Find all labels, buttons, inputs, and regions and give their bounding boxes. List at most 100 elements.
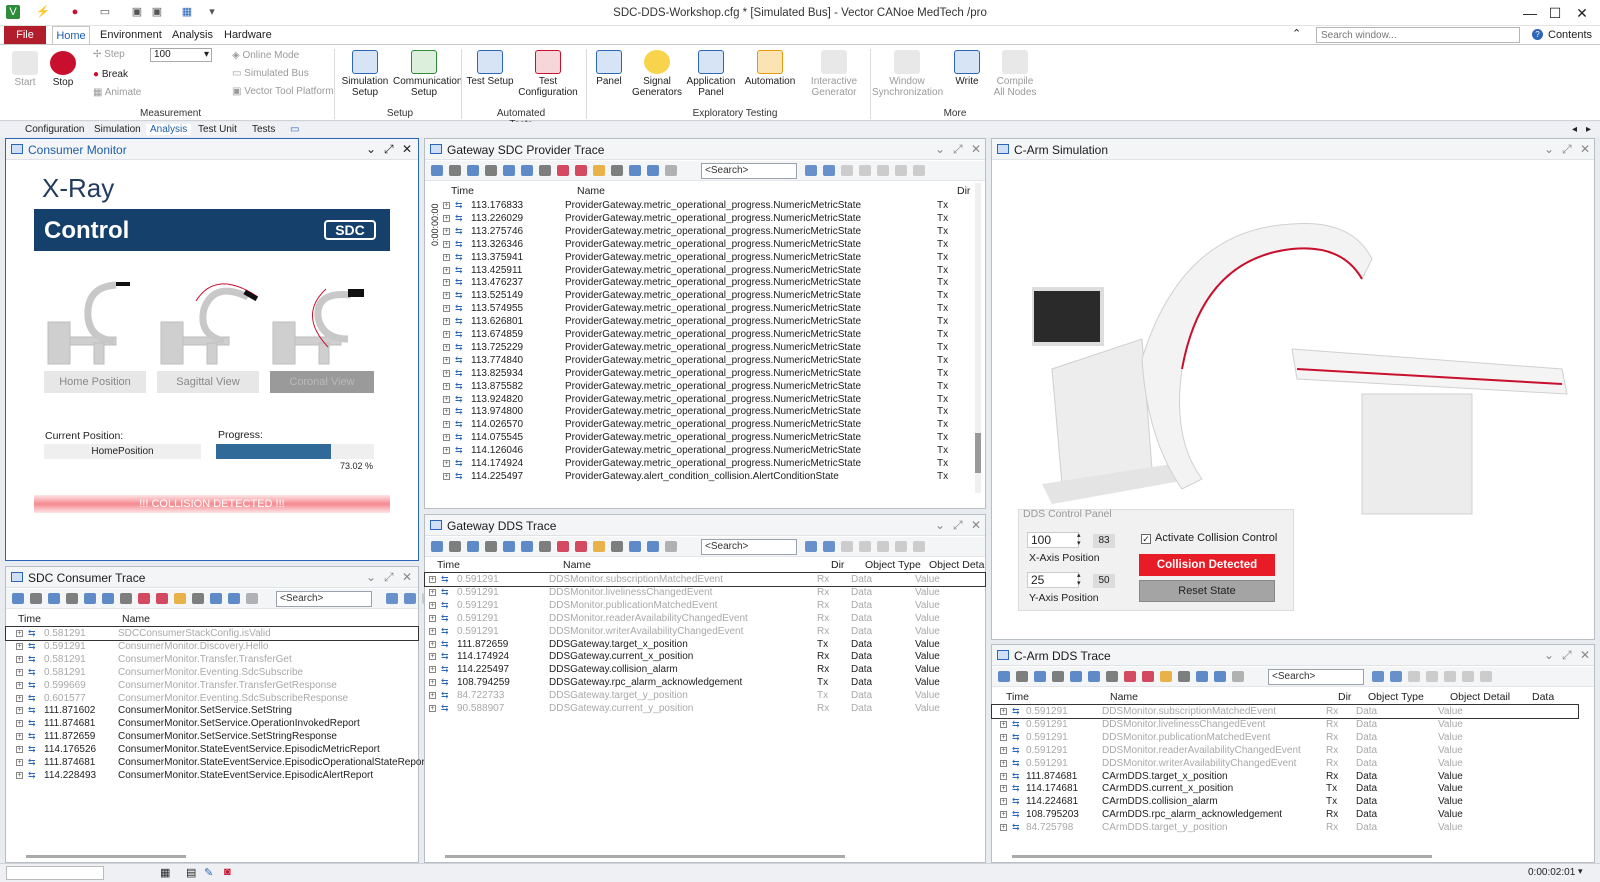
record-icon[interactable]: ◙ (224, 866, 231, 878)
options-icon[interactable] (1444, 671, 1456, 682)
chevron-down-icon[interactable]: ⌄ (366, 142, 376, 156)
expand-row-icon[interactable]: + (16, 694, 23, 702)
columns-icon[interactable] (1232, 671, 1244, 682)
find-prev-icon[interactable] (1390, 671, 1402, 682)
close-icon[interactable]: ✕ (1580, 142, 1590, 156)
sagittal-view-button[interactable]: Sagittal View (157, 371, 259, 393)
table-row[interactable]: + ⇆ 0.591291 DDSMonitor.subscriptionMatched… (991, 704, 1579, 719)
expand-row-icon[interactable]: + (16, 630, 23, 637)
tab-simulation[interactable]: Simulation (90, 124, 145, 135)
table-row[interactable]: + ⇆ 114.174681 CArmDDS.current_x_position Tx… (992, 782, 1578, 795)
wrap-icon[interactable] (1214, 671, 1226, 682)
table-row[interactable]: + ⇆ 111.874681 ConsumerMonitor.SetService.O… (6, 717, 418, 730)
filter-icon[interactable] (998, 671, 1010, 682)
table-row[interactable]: + ⇆ 114.026570 ProviderGateway.metric_opera… (425, 418, 969, 431)
find-prev-icon[interactable] (823, 165, 835, 176)
trace-search-input[interactable]: <Search> (1268, 669, 1364, 685)
new-tab-icon[interactable]: ▭ (286, 124, 303, 135)
tab-configuration[interactable]: Configuration (21, 124, 88, 135)
filter-icon[interactable] (431, 541, 443, 552)
expand-icon[interactable]: ⤢ (953, 518, 963, 533)
close-icon[interactable]: ✕ (971, 142, 981, 156)
back-icon[interactable] (841, 541, 853, 552)
expand-row-icon[interactable]: + (16, 642, 23, 650)
expand-row-icon[interactable]: + (1000, 785, 1007, 793)
expand-row-icon[interactable]: + (1000, 798, 1007, 806)
wrap-icon[interactable] (228, 593, 240, 604)
funnel-icon[interactable] (521, 165, 533, 176)
simulation-setup-button[interactable]: Simulation Setup (340, 50, 390, 98)
funnel-icon[interactable] (503, 165, 515, 176)
find-next-icon[interactable] (805, 165, 817, 176)
application-panel-button[interactable]: Application Panel (686, 50, 736, 98)
test-setup-button[interactable]: Test Setup (466, 50, 514, 87)
expand-row-icon[interactable]: + (443, 460, 450, 467)
table-row[interactable]: + ⇆ 113.725229 ProviderGateway.metric_opera… (425, 341, 969, 354)
menu-environment[interactable]: Environment (100, 29, 162, 41)
expand-row-icon[interactable]: + (443, 253, 450, 261)
expand-row-icon[interactable]: + (443, 343, 450, 351)
clear-icon[interactable] (575, 541, 587, 552)
table-row[interactable]: + ⇆ 113.275746 ProviderGateway.metric_opera… (425, 225, 969, 238)
binoculars-icon[interactable] (539, 165, 551, 176)
filter-icon[interactable] (12, 593, 24, 604)
break-button[interactable]: ● Break (93, 69, 128, 81)
scroll-tabs-right-icon[interactable]: ▸ (1582, 124, 1595, 135)
columns-icon[interactable] (665, 541, 677, 552)
window-icon[interactable] (1462, 671, 1474, 682)
expand-row-icon[interactable]: + (16, 681, 23, 689)
collapse-ribbon-icon[interactable]: ⌃ (1292, 27, 1301, 40)
expand-row-icon[interactable]: + (443, 214, 450, 222)
columns-icon[interactable] (246, 593, 258, 604)
keyboard-icon[interactable]: ▦ (160, 866, 170, 879)
expand-row-icon[interactable]: + (16, 733, 23, 741)
funnel-icon[interactable] (1088, 671, 1100, 682)
expand-row-icon[interactable]: + (443, 240, 450, 248)
expand-row-icon[interactable]: + (1000, 733, 1007, 741)
table-row[interactable]: + ⇆ 114.225497 DDSGateway.collision_alarm Rx… (425, 663, 985, 676)
start-button[interactable]: Start (10, 51, 40, 88)
interactive-generator-button[interactable]: Interactive Generator (806, 50, 862, 98)
expand-row-icon[interactable]: + (16, 759, 23, 766)
expand-row-icon[interactable]: + (429, 666, 436, 674)
expand-row-icon[interactable]: + (443, 292, 450, 300)
funnel-icon[interactable] (503, 541, 515, 552)
table-row[interactable]: + ⇆ 0.591291 DDSMonitor.readerAvailabilityC… (425, 612, 985, 625)
expand-row-icon[interactable]: + (429, 627, 436, 635)
funnel-icon[interactable] (1070, 671, 1082, 682)
expand-icon[interactable]: ⤢ (953, 142, 963, 157)
expand-row-icon[interactable]: + (1000, 772, 1007, 780)
expand-row-icon[interactable]: + (429, 692, 436, 700)
table-row[interactable]: + ⇆ 113.425911 ProviderGateway.metric_opera… (425, 264, 969, 277)
coronal-view-button[interactable]: Coronal View (270, 371, 374, 393)
x-axis-stepper-icon[interactable]: ▴ ▾ (1077, 532, 1081, 548)
table-row[interactable]: + ⇆ 0.591291 DDSMonitor.publicationMatchedE… (992, 731, 1578, 744)
expand-row-icon[interactable]: + (443, 331, 450, 338)
table-row[interactable]: + ⇆ 0.581291 ConsumerMonitor.Transfer.Trans… (6, 653, 418, 666)
tree-icon[interactable] (485, 541, 497, 552)
delta-icon[interactable] (1178, 671, 1190, 682)
menu-file[interactable]: File (4, 26, 46, 44)
stop-button[interactable]: Stop (48, 51, 78, 88)
forward-icon[interactable] (859, 541, 871, 552)
expand-row-icon[interactable]: + (443, 356, 450, 364)
trace-search-input[interactable]: <Search> (701, 539, 797, 555)
table-row[interactable]: + ⇆ 0.591291 DDSMonitor.livelinessChangedEv… (425, 586, 985, 599)
pause-icon[interactable] (593, 165, 605, 176)
window-icon[interactable] (895, 165, 907, 176)
write-button[interactable]: Write (950, 50, 984, 87)
close-button[interactable]: ✕ (1570, 3, 1594, 23)
table-row[interactable]: + ⇆ 0.591291 DDSMonitor.writerAvailabilityC… (425, 625, 985, 638)
expand-row-icon[interactable]: + (16, 720, 23, 728)
minimize-button[interactable]: — (1518, 3, 1542, 23)
simulated-bus-button[interactable]: ▭ Simulated Bus (232, 68, 309, 80)
horizontal-scrollbar[interactable] (445, 855, 845, 858)
x-axis-input[interactable]: 100 (1027, 532, 1079, 548)
delete-icon[interactable] (1124, 671, 1136, 682)
forward-icon[interactable] (1426, 671, 1438, 682)
signal-generators-button[interactable]: Signal Generators (632, 50, 682, 98)
trace-search-input[interactable]: <Search> (276, 591, 372, 607)
table-row[interactable]: + ⇆ 113.226029 ProviderGateway.metric_opera… (425, 212, 969, 225)
expand-row-icon[interactable]: + (429, 705, 436, 712)
status-input[interactable] (6, 866, 104, 880)
